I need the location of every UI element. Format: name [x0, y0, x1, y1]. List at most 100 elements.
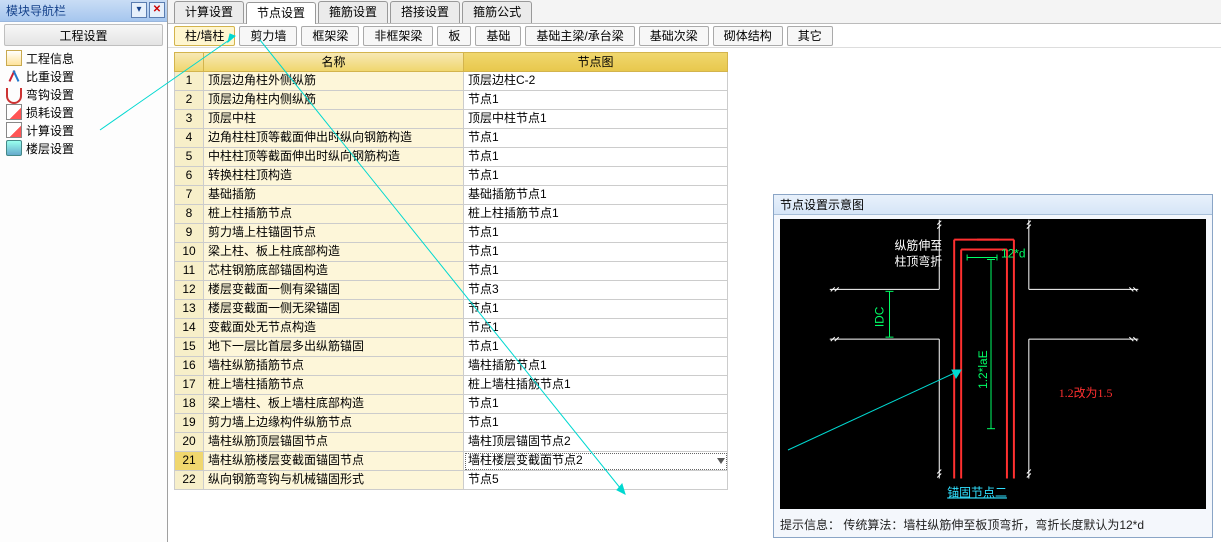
svg-text:1.2*laE: 1.2*laE: [976, 350, 990, 389]
edit-icon: [6, 104, 22, 120]
section-engineering-settings[interactable]: 工程设置: [4, 24, 163, 46]
col-header-num: [174, 52, 204, 72]
table-row[interactable]: 11芯柱钢筋底部锚固构造节点1: [174, 262, 728, 281]
table-row[interactable]: 1顶层边角柱外侧纵筋顶层边柱C-2: [174, 72, 728, 91]
table-row[interactable]: 17桩上墙柱插筋节点桩上墙柱插筋节点1: [174, 376, 728, 395]
row-name: 桩上柱插筋节点: [204, 205, 464, 224]
table-row[interactable]: 9剪力墙上柱锚固节点节点1: [174, 224, 728, 243]
tab1-3[interactable]: 搭接设置: [390, 1, 460, 23]
floor-icon: [6, 140, 22, 156]
row-img[interactable]: 节点1: [464, 167, 728, 186]
row-num: 9: [174, 224, 204, 243]
row-name: 基础插筋: [204, 186, 464, 205]
table-row[interactable]: 12楼层变截面一侧有梁锚固节点3: [174, 281, 728, 300]
pin-icon[interactable]: ▾: [131, 2, 147, 18]
tab1-0[interactable]: 计算设置: [174, 1, 244, 23]
row-num: 16: [174, 357, 204, 376]
table-row[interactable]: 6转换柱柱顶构造节点1: [174, 167, 728, 186]
row-img[interactable]: 节点1: [464, 148, 728, 167]
table-row[interactable]: 14变截面处无节点构造节点1: [174, 319, 728, 338]
table-row[interactable]: 21墙柱纵筋楼层变截面锚固节点墙柱楼层变截面节点2: [174, 452, 728, 471]
row-num: 5: [174, 148, 204, 167]
table-row[interactable]: 18梁上墙柱、板上墙柱底部构造节点1: [174, 395, 728, 414]
row-name: 梁上柱、板上柱底部构造: [204, 243, 464, 262]
tab2-6[interactable]: 基础主梁/承台梁: [525, 26, 634, 46]
row-img[interactable]: 节点3: [464, 281, 728, 300]
row-name: 楼层变截面一侧无梁锚固: [204, 300, 464, 319]
tab2-1[interactable]: 剪力墙: [239, 26, 297, 46]
nav-item-0[interactable]: 工程信息: [4, 49, 163, 67]
row-img[interactable]: 节点1: [464, 243, 728, 262]
table-row[interactable]: 2顶层边角柱内侧纵筋节点1: [174, 91, 728, 110]
row-img[interactable]: 顶层边柱C-2: [464, 72, 728, 91]
tab1-2[interactable]: 箍筋设置: [318, 1, 388, 23]
sidebar-title-text: 模块导航栏: [6, 4, 66, 18]
row-img[interactable]: 基础插筋节点1: [464, 186, 728, 205]
row-img[interactable]: 节点1: [464, 319, 728, 338]
nav-item-3[interactable]: 损耗设置: [4, 103, 163, 121]
tab2-4[interactable]: 板: [437, 26, 471, 46]
row-img[interactable]: 节点1: [464, 91, 728, 110]
table-row[interactable]: 8桩上柱插筋节点桩上柱插筋节点1: [174, 205, 728, 224]
row-img[interactable]: 节点1: [464, 338, 728, 357]
nav-item-4[interactable]: 计算设置: [4, 121, 163, 139]
table-row[interactable]: 5中柱柱顶等截面伸出时纵向钢筋构造节点1: [174, 148, 728, 167]
tab2-0[interactable]: 柱/墙柱: [174, 26, 235, 46]
tab2-7[interactable]: 基础次梁: [639, 26, 709, 46]
row-num: 10: [174, 243, 204, 262]
row-img[interactable]: 节点1: [464, 262, 728, 281]
row-name: 地下一层比首层多出纵筋锚固: [204, 338, 464, 357]
table-row[interactable]: 7基础插筋基础插筋节点1: [174, 186, 728, 205]
row-img[interactable]: 墙柱顶层锚固节点2: [464, 433, 728, 452]
tip-text: 提示信息： 传统算法：墙柱纵筋伸至板顶弯折，弯折长度默认为12*d: [780, 516, 1206, 533]
node-diagram-title: 节点设置示意图: [774, 195, 1212, 215]
row-img[interactable]: 节点1: [464, 129, 728, 148]
tab2-2[interactable]: 框架梁: [301, 26, 359, 46]
tab2-3[interactable]: 非框架梁: [363, 26, 433, 46]
row-name: 中柱柱顶等截面伸出时纵向钢筋构造: [204, 148, 464, 167]
nav-item-5[interactable]: 楼层设置: [4, 139, 163, 157]
close-icon[interactable]: ✕: [149, 2, 165, 18]
tab2-5[interactable]: 基础: [475, 26, 521, 46]
row-num: 1: [174, 72, 204, 91]
nav-item-2[interactable]: 弯钩设置: [4, 85, 163, 103]
row-img[interactable]: 节点1: [464, 395, 728, 414]
table-row[interactable]: 10梁上柱、板上柱底部构造节点1: [174, 243, 728, 262]
svg-text:12*d: 12*d: [1001, 247, 1026, 261]
table-row[interactable]: 15地下一层比首层多出纵筋锚固节点1: [174, 338, 728, 357]
row-name: 顶层边角柱内侧纵筋: [204, 91, 464, 110]
table-row[interactable]: 16墙柱纵筋插筋节点墙柱插筋节点1: [174, 357, 728, 376]
row-num: 17: [174, 376, 204, 395]
tab1-4[interactable]: 箍筋公式: [462, 1, 532, 23]
tab2-8[interactable]: 砌体结构: [713, 26, 783, 46]
nav-item-1[interactable]: 比重设置: [4, 67, 163, 85]
row-num: 2: [174, 91, 204, 110]
row-img[interactable]: 节点1: [464, 224, 728, 243]
table-row[interactable]: 20墙柱纵筋顶层锚固节点墙柱顶层锚固节点2: [174, 433, 728, 452]
table-row[interactable]: 3顶层中柱顶层中柱节点1: [174, 110, 728, 129]
table-row[interactable]: 22纵向钢筋弯钩与机械锚固形式节点5: [174, 471, 728, 490]
tab2-9[interactable]: 其它: [787, 26, 833, 46]
table-row[interactable]: 19剪力墙上边缘构件纵筋节点节点1: [174, 414, 728, 433]
row-name: 梁上墙柱、板上墙柱底部构造: [204, 395, 464, 414]
row-num: 20: [174, 433, 204, 452]
svg-text:IDC: IDC: [873, 306, 887, 327]
tab1-1[interactable]: 节点设置: [246, 2, 316, 24]
row-img[interactable]: 节点5: [464, 471, 728, 490]
row-num: 4: [174, 129, 204, 148]
row-img[interactable]: 桩上墙柱插筋节点1: [464, 376, 728, 395]
col-header-name: 名称: [204, 52, 464, 72]
row-name: 剪力墙上边缘构件纵筋节点: [204, 414, 464, 433]
row-img[interactable]: 顶层中柱节点1: [464, 110, 728, 129]
row-name: 转换柱柱顶构造: [204, 167, 464, 186]
table-row[interactable]: 4边角柱柱顶等截面伸出时纵向钢筋构造节点1: [174, 129, 728, 148]
row-img[interactable]: 节点1: [464, 414, 728, 433]
row-img[interactable]: 桩上柱插筋节点1: [464, 205, 728, 224]
nav-item-label: 损耗设置: [26, 104, 74, 121]
row-img[interactable]: 墙柱楼层变截面节点2: [464, 452, 728, 471]
row-img[interactable]: 节点1: [464, 300, 728, 319]
col-header-img: 节点图: [464, 52, 728, 72]
row-img[interactable]: 墙柱插筋节点1: [464, 357, 728, 376]
table-row[interactable]: 13楼层变截面一侧无梁锚固节点1: [174, 300, 728, 319]
row-num: 7: [174, 186, 204, 205]
